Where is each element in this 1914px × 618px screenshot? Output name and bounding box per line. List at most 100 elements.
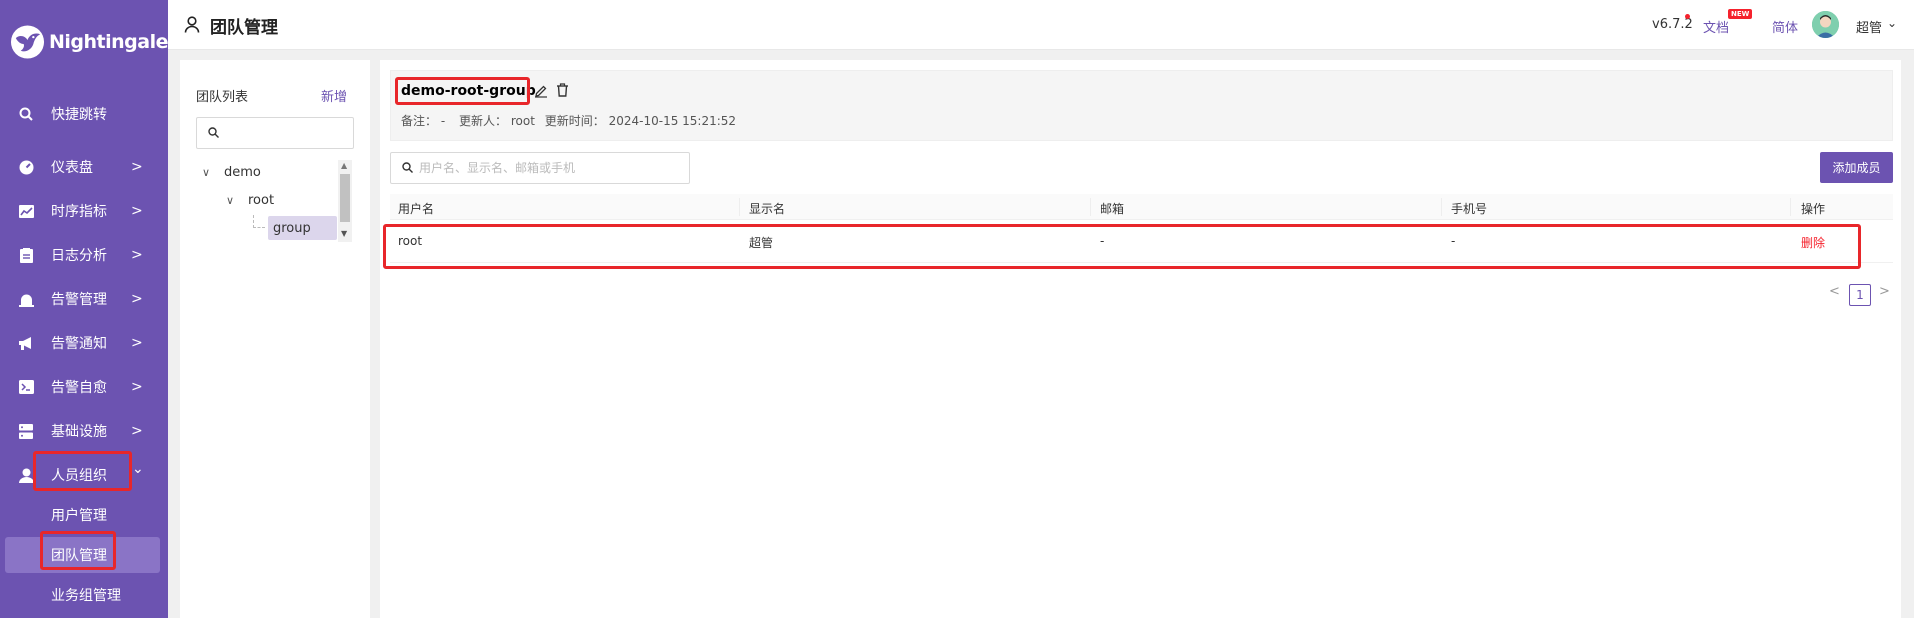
chevron-right-icon: >	[131, 159, 143, 175]
column-divider	[1790, 198, 1791, 216]
log-icon	[18, 247, 34, 263]
sidebar-item-label: 人员组织	[51, 468, 107, 484]
members-table: 用户名 显示名 邮箱 手机号 操作 root 超管 - - 删除	[390, 194, 1893, 263]
search-icon	[402, 162, 413, 177]
sidebar-item-label: 基础设施	[51, 424, 107, 440]
sidebar-item-dashboard[interactable]: 仪表盘 >	[0, 145, 168, 189]
tree-node-root[interactable]: root	[248, 193, 274, 208]
update-dot	[1685, 14, 1690, 19]
column-header: 显示名	[749, 202, 786, 216]
group-name: demo-root-group	[401, 83, 536, 99]
scroll-down-icon[interactable]: ▼	[341, 229, 347, 238]
scroll-thumb[interactable]	[340, 174, 350, 222]
brand-name: Nightingale	[49, 31, 168, 53]
docs-link[interactable]: 文档	[1703, 17, 1729, 36]
team-list-panel: 团队列表 新增 ∨ demo ∨ root group ▲ ▼	[180, 60, 370, 618]
line-chart-icon	[18, 203, 34, 219]
search-icon	[208, 127, 219, 142]
username[interactable]: 超管	[1856, 17, 1882, 36]
chevron-right-icon: >	[131, 247, 143, 263]
updated-at-value: 2024-10-15 15:21:52	[608, 114, 737, 128]
chevron-down-icon[interactable]: ⌄	[1887, 16, 1897, 30]
sidebar: Nightingale 快捷跳转 仪表盘 > 时序指标 > 日志分析 > 告警管…	[0, 0, 168, 618]
logo[interactable]: Nightingale	[0, 0, 168, 84]
sidebar-item-label: 仪表盘	[51, 160, 93, 176]
member-search-input[interactable]	[419, 159, 679, 177]
add-member-button[interactable]: 添加成员	[1820, 152, 1893, 183]
chevron-right-icon: >	[131, 335, 143, 351]
sidebar-item-metrics[interactable]: 时序指标 >	[0, 189, 168, 233]
version-label[interactable]: v6.7.2	[1652, 17, 1693, 32]
delete-member-link[interactable]: 删除	[1801, 234, 1825, 251]
pagination-prev[interactable]: <	[1829, 284, 1840, 299]
top-header: 团队管理 v6.7.2 文档 NEW 简体 超管 ⌄	[168, 0, 1914, 50]
column-divider	[739, 198, 740, 216]
sidebar-item-people-org[interactable]: 人员组织 ⌄	[0, 453, 168, 497]
pagination-next[interactable]: >	[1879, 284, 1890, 299]
sidebar-item-label: 告警通知	[51, 336, 107, 352]
group-info	[390, 70, 1893, 141]
sidebar-subitem-label: 用户管理	[51, 508, 107, 524]
avatar[interactable]	[1812, 11, 1839, 38]
sidebar-item-label: 日志分析	[51, 248, 107, 264]
tree-scrollbar[interactable]: ▲ ▼	[338, 160, 352, 242]
add-team-link[interactable]: 新增	[321, 86, 347, 105]
page-title: 团队管理	[210, 18, 278, 38]
sidebar-subitem-users[interactable]: 用户管理	[0, 497, 168, 533]
updated-by-label: 更新人：	[459, 114, 508, 128]
team-detail-panel: demo-root-group 备注： - 更新人： root 更新时间： 20…	[380, 60, 1901, 618]
sidebar-subitem-business-groups[interactable]: 业务组管理	[0, 577, 168, 613]
chevron-right-icon: >	[131, 423, 143, 439]
pagination-page[interactable]: 1	[1849, 284, 1871, 306]
table-row: root 超管 - - 删除	[390, 220, 1893, 263]
search-icon	[18, 106, 34, 122]
dashboard-icon	[18, 159, 34, 175]
chevron-right-icon: >	[131, 379, 143, 395]
sidebar-item-label: 时序指标	[51, 204, 107, 220]
team-search-input[interactable]	[196, 117, 354, 149]
sidebar-item-infrastructure[interactable]: 基础设施 >	[0, 409, 168, 453]
team-list-title: 团队列表	[196, 90, 249, 105]
group-meta: 备注： - 更新人： root 更新时间： 2024-10-15 15:21:5…	[401, 112, 742, 129]
updated-by-value: root	[510, 114, 535, 128]
new-badge: NEW	[1728, 9, 1753, 19]
sidebar-item-quick-jump[interactable]: 快捷跳转	[0, 92, 168, 136]
chevron-down-icon[interactable]: ∨	[202, 166, 210, 179]
note-label: 备注：	[401, 114, 438, 128]
sidebar-item-alert-management[interactable]: 告警管理 >	[0, 277, 168, 321]
trash-icon[interactable]	[556, 83, 569, 101]
chevron-right-icon: >	[131, 291, 143, 307]
language-switch[interactable]: 简体	[1772, 17, 1798, 36]
alarm-icon	[18, 291, 34, 307]
sidebar-item-label: 告警管理	[51, 292, 107, 308]
sidebar-item-label: 告警自愈	[51, 380, 107, 396]
note-value: -	[440, 114, 446, 128]
sidebar-subitem-label: 业务组管理	[51, 588, 121, 604]
user-outline-icon	[184, 16, 200, 37]
tree-node-group[interactable]: group	[273, 221, 311, 236]
scroll-up-icon[interactable]: ▲	[341, 161, 347, 170]
member-search[interactable]	[390, 152, 690, 184]
tree-node-demo[interactable]: demo	[224, 165, 261, 180]
sidebar-subitem-teams[interactable]: 团队管理	[0, 537, 168, 573]
sidebar-subitem-label: 团队管理	[51, 548, 107, 564]
cell-display-name: 超管	[749, 236, 774, 250]
sidebar-item-logs[interactable]: 日志分析 >	[0, 233, 168, 277]
column-divider	[1090, 198, 1091, 216]
chevron-down-icon[interactable]: ∨	[226, 194, 234, 207]
terminal-icon	[18, 379, 34, 395]
cell-username: root	[398, 234, 423, 248]
column-header: 操作	[1801, 202, 1826, 216]
edit-icon[interactable]	[534, 84, 548, 102]
column-header: 用户名	[398, 202, 435, 216]
tree-connector	[253, 215, 265, 228]
column-header: 邮箱	[1100, 202, 1125, 216]
megaphone-icon	[18, 335, 34, 351]
sidebar-item-alert-notify[interactable]: 告警通知 >	[0, 321, 168, 365]
chevron-right-icon: >	[131, 203, 143, 219]
user-icon	[18, 467, 34, 483]
sidebar-item-self-healing[interactable]: 告警自愈 >	[0, 365, 168, 409]
updated-at-label: 更新时间：	[544, 114, 605, 128]
cell-phone: -	[1451, 234, 1456, 248]
chevron-down-icon: ⌄	[132, 461, 144, 477]
